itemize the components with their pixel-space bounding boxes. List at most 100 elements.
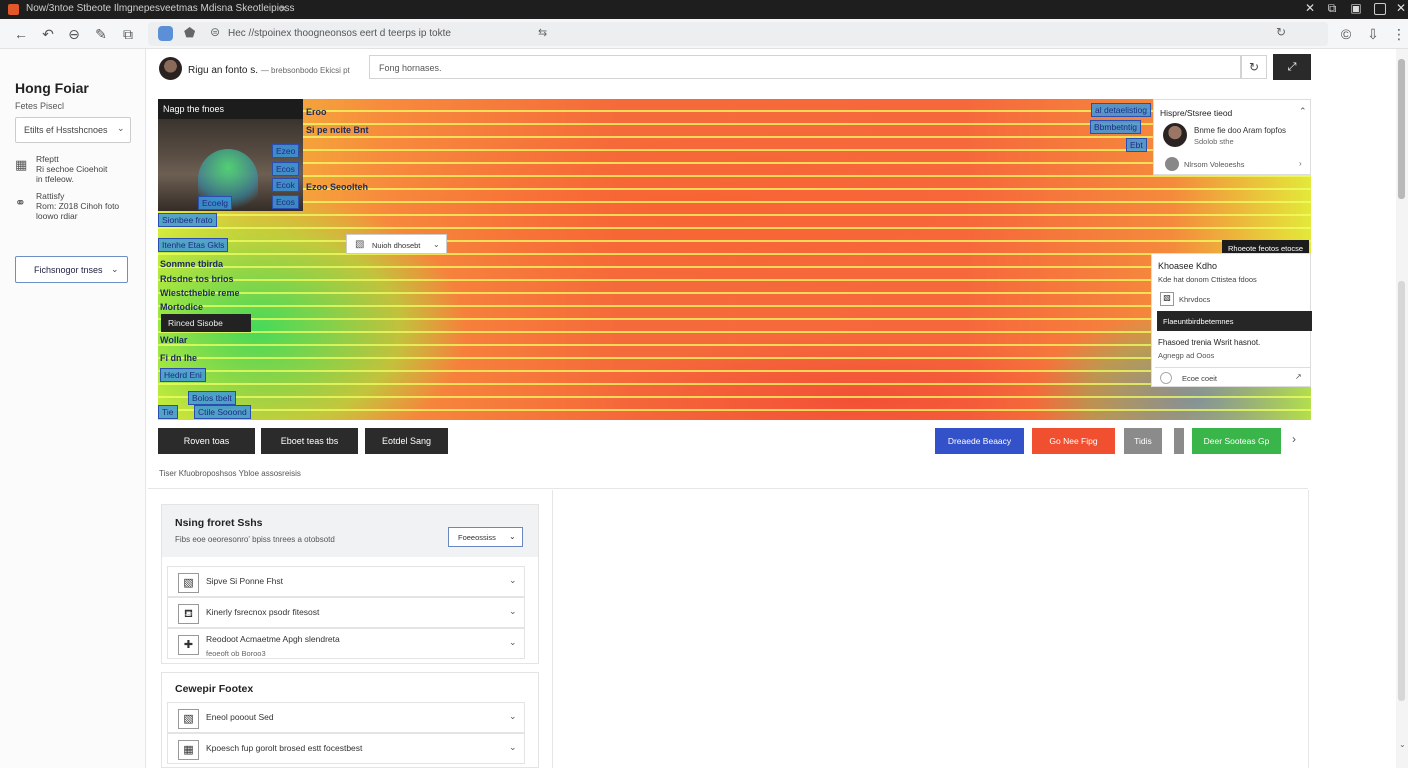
window-icon[interactable] xyxy=(1374,3,1386,15)
option-label: Sipve Si Ponne Fhst xyxy=(206,576,284,586)
chevron-right-icon[interactable]: › xyxy=(1292,432,1296,446)
back-icon[interactable]: ← xyxy=(12,25,30,43)
grid-icon: ▦ xyxy=(178,740,199,760)
heatmap-tag[interactable]: Tie xyxy=(158,405,178,419)
panel-row[interactable]: Khrvdocs xyxy=(1179,295,1210,304)
edit-icon[interactable]: ✎ xyxy=(92,25,110,43)
left-sidebar: Hong Foiar Fetes Pisecl Etilts ef Hsstsh… xyxy=(0,49,146,768)
heatmap-tag[interactable]: Ezeo xyxy=(272,144,300,158)
chevron-down-icon[interactable]: ⌄ xyxy=(509,637,517,648)
settings-card-title: Cewepir Footex xyxy=(175,683,254,695)
sidebar-item-label[interactable]: Rfeptt xyxy=(36,154,59,164)
action-button[interactable]: Eboet teas tbs xyxy=(261,428,358,454)
share-icon[interactable]: ⇆ xyxy=(538,26,547,39)
heatmap-tag[interactable]: Ctile Sooond xyxy=(194,405,251,419)
chevron-down-icon[interactable]: ⌄ xyxy=(509,575,517,586)
reload-icon[interactable]: ↻ xyxy=(1276,25,1286,39)
heatmap-tag[interactable]: Bbmbetntig xyxy=(1090,120,1141,134)
sidebar-action-button[interactable]: Fichsnogor tnses ⌄ xyxy=(15,256,128,283)
download-icon[interactable]: ⇩ xyxy=(1364,25,1382,43)
forward-icon[interactable]: ↶ xyxy=(39,25,57,43)
heatmap-tag[interactable]: Sionbee frato xyxy=(158,213,217,227)
panel-footer-row[interactable]: Ecoe coeit ↗ xyxy=(1155,367,1310,387)
image-icon: ▧ xyxy=(1160,292,1174,306)
chevron-down-icon[interactable]: ⌄ xyxy=(509,711,517,722)
sidebar-item-label[interactable]: Rattisfy xyxy=(36,191,64,201)
red-action-button[interactable]: Go Nee Fipg xyxy=(1032,428,1115,454)
cup-icon: ⛾ xyxy=(178,604,199,624)
maximize-icon[interactable]: ▣ xyxy=(1348,1,1364,15)
gray-action-button[interactable]: Tidis xyxy=(1124,428,1162,454)
menu-icon[interactable]: ⋮ xyxy=(1390,25,1408,43)
heatmap-tag[interactable]: Bolos tbelt xyxy=(188,391,236,405)
chevron-up-icon[interactable]: ⌃ xyxy=(1299,106,1307,117)
globe-icon: ⊜ xyxy=(210,25,221,39)
heatmap-tag[interactable]: al detaelistiog xyxy=(1091,103,1151,117)
refresh-icon[interactable]: ↻ xyxy=(1241,55,1267,79)
sidebar-item-desc: Ri sechoe Cioehoit xyxy=(36,164,108,174)
url-text[interactable]: Hec //stpoinex thoogneonsos eert d teerp… xyxy=(228,28,451,39)
chevron-down-icon: ⌄ xyxy=(111,264,119,274)
chevron-down-icon[interactable]: ⌄ xyxy=(509,606,517,617)
option-sublabel: feoeoft ob Boroo3 xyxy=(206,649,266,658)
grid-icon: ▦ xyxy=(15,157,28,172)
user-name: Rigu an fonto s. xyxy=(188,65,259,76)
blue-action-button[interactable]: Dreaede Beaacy xyxy=(935,428,1024,454)
settings-option[interactable]: ▧ Eneol pooout Sed ⌄ xyxy=(167,702,525,733)
sidebar-select[interactable]: Etilts ef Hsstshcnoes ⌄ xyxy=(15,117,131,143)
avatar[interactable] xyxy=(1163,123,1187,147)
restore-icon[interactable]: ⧉ xyxy=(1324,1,1340,16)
panel-link[interactable]: Nlrsom Voleoeshs xyxy=(1184,160,1244,169)
divider-handle[interactable] xyxy=(1174,428,1184,454)
extension-icon[interactable]: ⬟ xyxy=(184,25,195,41)
tab-close-icon[interactable]: ⨯ xyxy=(279,2,288,15)
option-label: Eneol pooout Sed xyxy=(206,712,274,722)
address-bar[interactable]: ⬟ ⊜ Hec //stpoinex thoogneonsos eert d t… xyxy=(148,22,1328,46)
heatmap-tag[interactable]: Ecok xyxy=(272,178,299,192)
action-button[interactable]: Roven toas xyxy=(158,428,255,454)
settings-option[interactable]: ⛾ Kinerly fsrecnox psodr fitesost ⌄ xyxy=(167,597,525,628)
settings-option[interactable]: ▦ Kpoesch fup gorolt brosed estt focestb… xyxy=(167,733,525,764)
heatmap-title: Nagp the fnoes xyxy=(163,104,225,114)
heatmap-canvas[interactable]: Nagp the fnoes al detaelistiog Bbmbetnti… xyxy=(158,99,1311,420)
home-icon[interactable]: ⊖ xyxy=(65,25,83,43)
chevron-down-icon[interactable]: ⌄ xyxy=(509,742,517,753)
heatmap-tag[interactable]: Itenhe Etas Gkls xyxy=(158,238,229,252)
settings-card: Nsing froret Sshs Fibs eoe oeoresonro' b… xyxy=(161,504,539,664)
scrollbar[interactable] xyxy=(1396,49,1408,768)
panel-selected-bar[interactable]: Flaeuntbirdbetemnes xyxy=(1157,311,1312,331)
bookmark-icon[interactable]: ⧉ xyxy=(119,25,137,43)
sidebar-button-label: Fichsnogor tnses xyxy=(34,265,103,275)
panel-line: Agnegp ad Ooos xyxy=(1158,351,1215,360)
site-shield-icon[interactable] xyxy=(158,26,173,41)
heatmap-popup[interactable]: ▧ Nuioh dhosebt ⌄ xyxy=(346,234,447,254)
panel-dark-button-label: Rhoeote feotos etocse xyxy=(1228,244,1304,253)
account-icon[interactable]: © xyxy=(1337,25,1355,43)
chevron-right-icon[interactable]: › xyxy=(1299,159,1302,168)
window-close-icon[interactable]: ✕ xyxy=(1393,1,1408,15)
search-input[interactable]: Fong hornases. xyxy=(369,55,1241,79)
heatmap-tag[interactable]: Hedrd Eni xyxy=(160,368,206,382)
settings-option[interactable]: ▧ Sipve Si Ponne Fhst ⌄ xyxy=(167,566,525,597)
scrollbar-track-segment[interactable] xyxy=(1398,281,1405,701)
sidebar-title: Hong Foiar xyxy=(15,80,89,96)
user-meta: — brebsonbodo Ekicsi pt xyxy=(260,66,350,75)
avatar[interactable] xyxy=(159,57,182,80)
settings-option[interactable]: ✚ Reodoot Acmaetme Apgh slendreta feoeof… xyxy=(167,628,525,659)
option-label: Kinerly fsrecnox psodr fitesost xyxy=(206,607,320,617)
scrollbar-thumb[interactable] xyxy=(1398,59,1405,199)
action-button[interactable]: Eotdel Sang xyxy=(365,428,448,454)
window-titlebar: Now/3ntoe Stbeote Ilmgnepesveetmas Mdisn… xyxy=(0,0,1408,19)
settings-dropdown[interactable]: Foeeossiss ⌄ xyxy=(448,527,523,547)
expand-arrow-icon[interactable]: ↗ xyxy=(1295,372,1302,381)
heatmap-tag[interactable]: Ecos xyxy=(272,195,299,209)
heatmap-tag[interactable]: Ecos xyxy=(272,162,299,176)
heatmap-tag[interactable]: Ecoelg xyxy=(198,196,232,210)
scroll-down-icon[interactable]: ⌄ xyxy=(1399,740,1406,749)
close-small-icon[interactable]: ✕ xyxy=(1302,1,1318,15)
heatmap-row-label: Wollar xyxy=(160,335,188,345)
image-icon: ▧ xyxy=(355,239,365,250)
expand-icon[interactable]: ⤢ xyxy=(1273,54,1311,80)
heatmap-tag[interactable]: Ebt xyxy=(1126,138,1147,152)
green-action-button[interactable]: Deer Sooteas Gp xyxy=(1192,428,1281,454)
